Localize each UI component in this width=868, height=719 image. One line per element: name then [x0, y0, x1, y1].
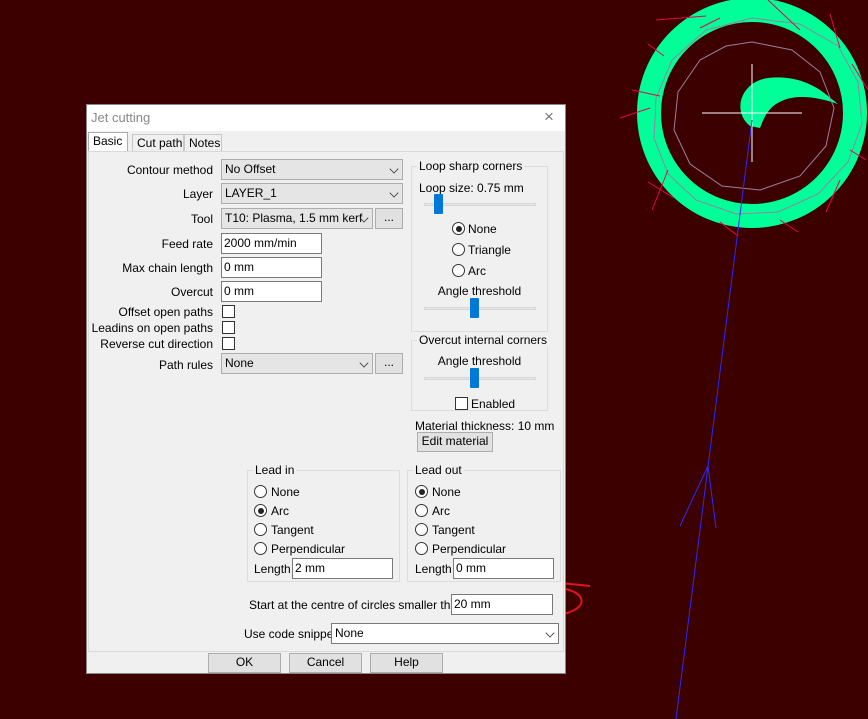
direction-arrow: [679, 465, 717, 529]
offset-open-paths-label: Offset open paths: [118, 305, 213, 319]
basic-panel: Contour method No Offset Layer LAYER_1 T…: [88, 151, 564, 652]
chevron-down-icon: [389, 164, 399, 174]
lead-out-length-input[interactable]: 0 mm: [453, 558, 554, 579]
dialog-title: Jet cutting: [91, 110, 151, 125]
reverse-cut-direction-checkbox[interactable]: [222, 337, 235, 350]
chevron-down-icon: [389, 188, 399, 198]
overcut-enabled-checkbox[interactable]: [455, 397, 468, 410]
lead-out-arc-label: Arc: [432, 504, 450, 518]
max-chain-length-input[interactable]: 0 mm: [221, 257, 322, 278]
lead-out-group: Lead out None Arc Tangent Perpendicular …: [407, 463, 561, 582]
lead-out-perpendicular-radio[interactable]: [415, 542, 428, 555]
tab-cut-path[interactable]: Cut path: [132, 134, 184, 151]
overcut-angle-slider-track: [424, 377, 536, 380]
max-chain-length-label: Max chain length: [122, 261, 213, 275]
lead-out-none-radio[interactable]: [415, 485, 428, 498]
loop-arc-label: Arc: [468, 264, 486, 278]
loop-angle-threshold-label: Angle threshold: [437, 284, 522, 298]
feed-rate-label: Feed rate: [161, 237, 213, 251]
lead-in-arc-label: Arc: [271, 504, 289, 518]
chevron-down-icon: [359, 358, 369, 368]
overcut-angle-threshold-label: Angle threshold: [437, 354, 522, 368]
contour-method-value: No Offset: [225, 162, 276, 176]
lead-in-length-label: Length: [254, 562, 291, 576]
loop-triangle-label: Triangle: [468, 243, 511, 257]
edit-material-button[interactable]: Edit material: [417, 432, 493, 452]
lead-in-perpendicular-label: Perpendicular: [271, 542, 346, 556]
path-rules-label: Path rules: [158, 358, 213, 372]
lead-in-perpendicular-radio[interactable]: [254, 542, 267, 555]
lead-in-title: Lead in: [253, 463, 297, 477]
reverse-cut-direction-label: Reverse cut direction: [100, 337, 213, 351]
tool-browse-button[interactable]: ...: [375, 208, 403, 229]
lead-in-length-input[interactable]: 2 mm: [292, 558, 393, 579]
loop-sharp-corners-title: Loop sharp corners: [417, 159, 525, 173]
layer-value: LAYER_1: [225, 186, 277, 200]
lead-out-perpendicular-label: Perpendicular: [432, 542, 507, 556]
lead-out-length-label: Length: [415, 562, 452, 576]
layer-label: Layer: [182, 187, 213, 201]
tool-value: T10: Plasma, 1.5 mm kerf: [225, 211, 363, 225]
tab-basic[interactable]: Basic: [88, 132, 128, 152]
loop-none-label: None: [468, 222, 497, 236]
overcut-input[interactable]: 0 mm: [221, 281, 322, 302]
centre-circles-label: Start at the centre of circles smaller t…: [249, 598, 464, 612]
tool-select[interactable]: T10: Plasma, 1.5 mm kerf: [221, 208, 373, 229]
jet-cutting-dialog: Jet cutting × Basic Cut path Notes Conto…: [86, 104, 566, 674]
loop-angle-slider-track: [424, 307, 536, 310]
title-bar: Jet cutting ×: [87, 105, 565, 131]
overcut-internal-corners-title: Overcut internal corners: [417, 333, 550, 347]
lead-out-none-label: None: [432, 485, 461, 499]
overcut-enabled-label: Enabled: [471, 397, 516, 411]
lead-in-tangent-radio[interactable]: [254, 523, 267, 536]
loop-sharp-corners-group: Loop sharp corners Loop size: 0.75 mm No…: [411, 159, 548, 332]
code-snippet-label: Use code snippet: [244, 627, 337, 641]
lead-out-tangent-label: Tangent: [432, 523, 475, 537]
path-rules-value: None: [225, 356, 254, 370]
loop-size-slider[interactable]: [434, 194, 444, 214]
lead-in-arc-radio[interactable]: [254, 504, 267, 517]
loop-arc-radio[interactable]: [452, 264, 465, 277]
lead-in-none-label: None: [271, 485, 300, 499]
code-snippet-select[interactable]: None: [331, 623, 559, 644]
centre-circles-input[interactable]: 20 mm: [451, 594, 553, 615]
loop-angle-slider[interactable]: [470, 298, 480, 318]
path-rules-select[interactable]: None: [221, 353, 373, 374]
lead-out-tangent-radio[interactable]: [415, 523, 428, 536]
loop-size-label: Loop size: 0.75 mm: [419, 181, 524, 195]
material-thickness-label: Material thickness: 10 mm: [415, 419, 555, 433]
overcut-angle-slider[interactable]: [470, 368, 480, 388]
overcut-label: Overcut: [170, 285, 213, 299]
loop-triangle-radio[interactable]: [452, 243, 465, 256]
cancel-button[interactable]: Cancel: [289, 653, 362, 673]
lead-in-none-radio[interactable]: [254, 485, 267, 498]
hook-part: [740, 77, 838, 128]
code-snippet-value: None: [335, 626, 364, 640]
chevron-down-icon: [545, 628, 555, 638]
path-rules-browse-button[interactable]: ...: [375, 353, 403, 374]
lead-out-arc-radio[interactable]: [415, 504, 428, 517]
offset-open-paths-checkbox[interactable]: [222, 305, 235, 318]
overcut-internal-corners-group: Overcut internal corners Angle threshold…: [411, 333, 550, 411]
lead-in-group: Lead in None Arc Tangent Perpendicular L…: [247, 463, 400, 582]
leadins-open-paths-checkbox[interactable]: [222, 321, 235, 334]
help-button[interactable]: Help: [370, 653, 443, 673]
contour-method-label: Contour method: [126, 163, 213, 177]
layer-select[interactable]: LAYER_1: [221, 183, 403, 204]
leadins-open-paths-label: Leadins on open paths: [91, 321, 213, 335]
feed-rate-input[interactable]: 2000 mm/min: [221, 233, 322, 254]
contour-method-select[interactable]: No Offset: [221, 159, 403, 180]
tab-notes[interactable]: Notes: [184, 134, 222, 151]
lead-in-tangent-label: Tangent: [271, 523, 314, 537]
lead-out-title: Lead out: [413, 463, 464, 477]
ok-button[interactable]: OK: [208, 653, 281, 673]
tool-label: Tool: [190, 212, 213, 226]
close-icon[interactable]: ×: [539, 107, 559, 127]
loop-none-radio[interactable]: [452, 222, 465, 235]
